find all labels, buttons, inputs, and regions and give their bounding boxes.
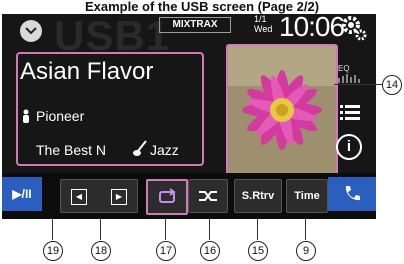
album-name: The Best N [36, 142, 107, 158]
callout-16: 16 [200, 241, 220, 261]
callout-14: 14 [382, 75, 402, 95]
settings-button[interactable] [340, 14, 368, 47]
info-icon: i [346, 138, 352, 155]
callout-line-15 [257, 218, 258, 240]
collapse-button[interactable] [20, 20, 42, 42]
phone-button[interactable] [328, 177, 376, 211]
genre-name: Jazz [150, 142, 179, 158]
track-counter-value: 1/1 [254, 14, 267, 24]
callout-line-9 [305, 218, 306, 240]
callout-line-19 [52, 218, 53, 240]
person-icon [22, 109, 30, 126]
chevron-down-icon [25, 27, 37, 35]
sound-retriever-button[interactable]: S.Rtrv [234, 179, 282, 213]
mixtrax-button[interactable]: MIXTRAX [159, 17, 231, 33]
callout-18: 18 [91, 241, 111, 261]
callout-9: 9 [296, 241, 316, 261]
clock: 10:06 [279, 14, 345, 42]
genre-row: Jazz [133, 140, 179, 158]
list-icon [340, 105, 360, 120]
callout-19: 19 [43, 241, 63, 261]
repeat-button[interactable] [146, 179, 188, 215]
callout-line-17 [165, 218, 166, 240]
album-artwork[interactable] [226, 44, 338, 176]
guitar-icon [132, 140, 148, 161]
sound-retriever-label: S.Rtrv [241, 190, 275, 202]
track-counter: 1/1 Wed [254, 14, 272, 34]
eq-indicator[interactable]: EQ [338, 64, 360, 85]
info-button[interactable]: i [336, 134, 362, 160]
callout-17: 17 [156, 241, 176, 261]
previous-folder-button[interactable]: ◀ [71, 189, 87, 205]
next-folder-icon: ▶ [115, 192, 123, 201]
folder-buttons: ◀ ▶ [60, 179, 138, 213]
next-folder-button[interactable]: ▶ [111, 189, 127, 205]
callout-line-14 [334, 84, 384, 85]
eq-label: EQ [338, 64, 350, 73]
flower-artwork [228, 46, 336, 174]
time-button[interactable]: Time [286, 179, 328, 213]
callout-line-16 [209, 218, 210, 240]
phone-icon [345, 186, 360, 201]
shuffle-icon [199, 191, 217, 201]
repeat-icon [159, 188, 176, 203]
time-label: Time [294, 190, 320, 202]
previous-folder-icon: ◀ [75, 192, 83, 201]
song-title: Asian Flavor [20, 58, 154, 85]
day-label: Wed [254, 24, 273, 34]
list-button[interactable] [340, 104, 360, 127]
usb-screen: USB1 MIXTRAX 1/1 Wed 10:06 Asian Flavor … [2, 14, 376, 219]
callout-15: 15 [248, 241, 268, 261]
callout-line-18 [100, 218, 101, 240]
shuffle-button[interactable] [188, 179, 228, 213]
artist-row: Pioneer [23, 108, 85, 124]
gear-icon [342, 16, 367, 41]
equalizer-icon [338, 74, 360, 83]
play-pause-button[interactable]: ▶/II [2, 177, 42, 211]
artist-name: Pioneer [36, 108, 85, 124]
page-title: Example of the USB screen (Page 2/2) [84, 0, 320, 14]
